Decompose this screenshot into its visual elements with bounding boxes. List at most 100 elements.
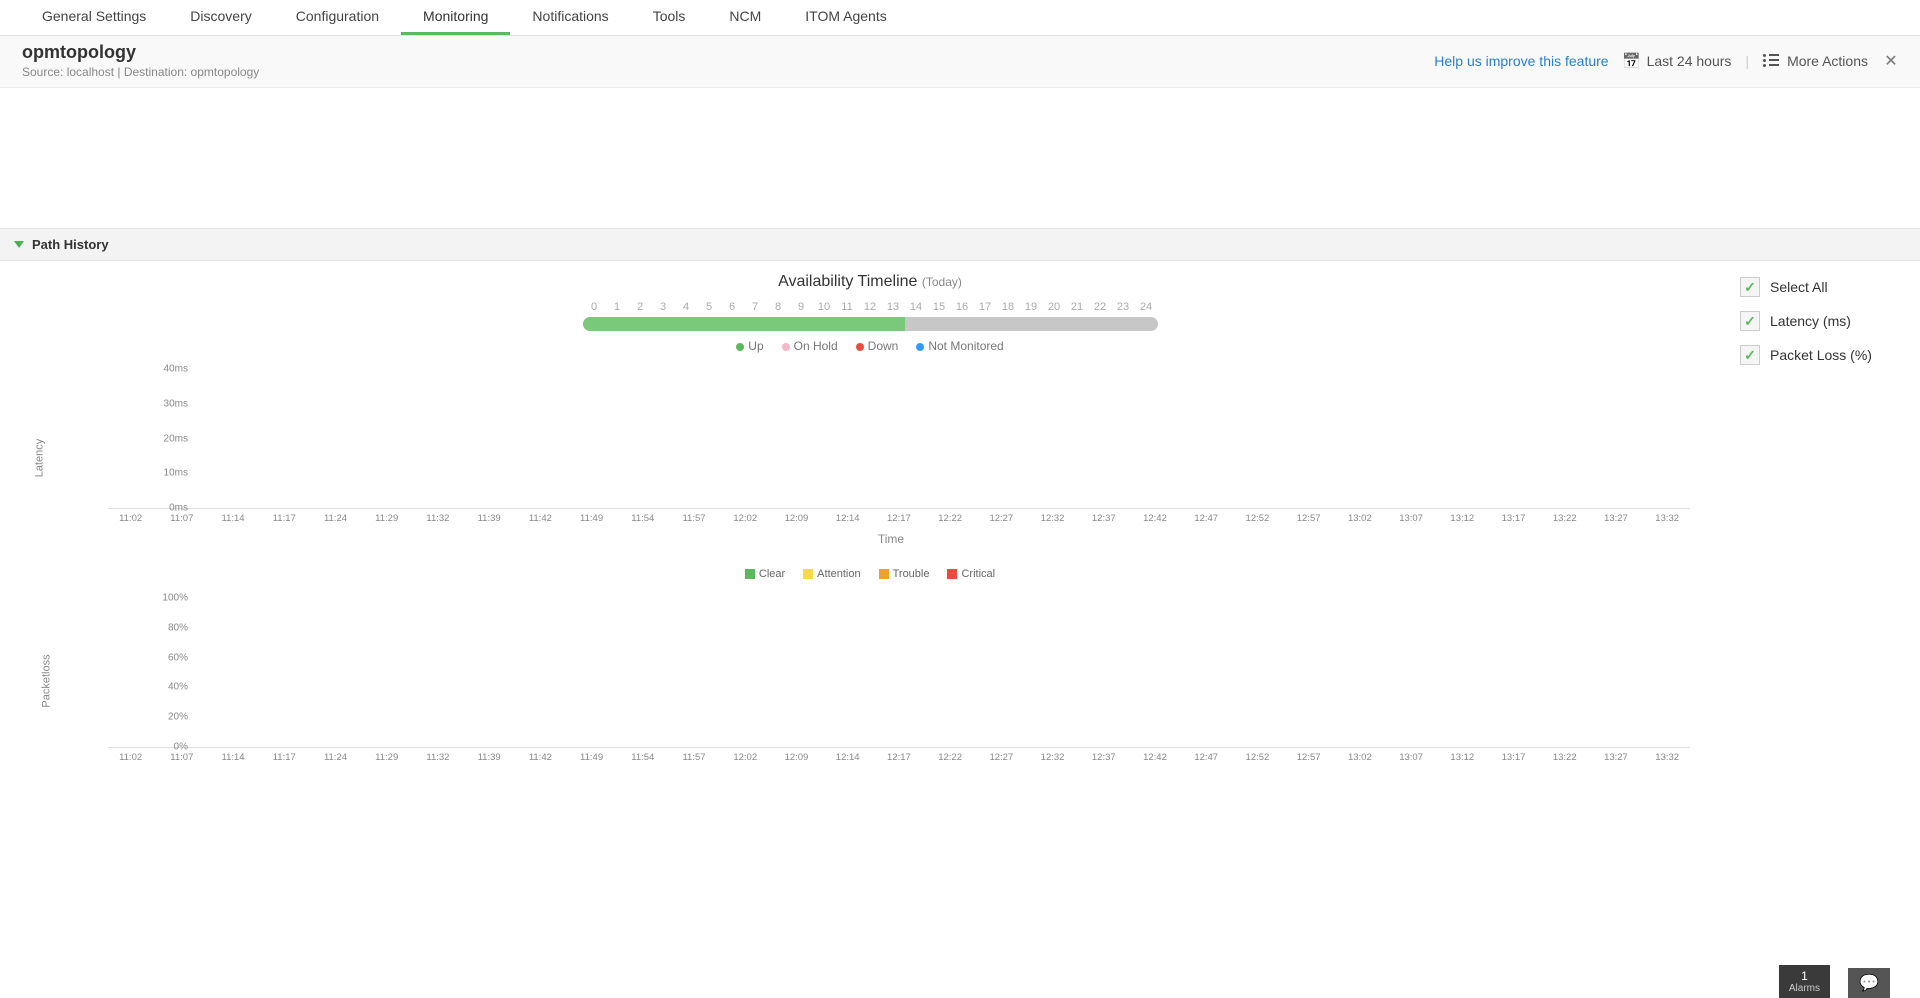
hour-label: 10 xyxy=(813,301,836,313)
latency-chart: Latency 40ms30ms20ms10ms0ms 11:0211:0711… xyxy=(20,369,1720,546)
xtick: 11:49 xyxy=(569,752,614,763)
xtick: 12:52 xyxy=(1235,752,1280,763)
checkbox-latency-ms-[interactable]: Latency (ms) xyxy=(1740,311,1904,331)
ytick: 10ms xyxy=(164,468,188,479)
hour-label: 13 xyxy=(882,301,905,313)
xtick: 11:42 xyxy=(518,752,563,763)
xtick: 11:32 xyxy=(415,752,460,763)
xtick: 11:24 xyxy=(313,513,358,524)
tab-discovery[interactable]: Discovery xyxy=(168,0,273,35)
xtick: 12:02 xyxy=(723,752,768,763)
help-link[interactable]: Help us improve this feature xyxy=(1434,53,1608,69)
xtick: 12:42 xyxy=(1132,513,1177,524)
xtick: 11:39 xyxy=(467,752,512,763)
tab-monitoring[interactable]: Monitoring xyxy=(401,0,510,35)
xtick: 13:07 xyxy=(1388,513,1433,524)
hour-label: 16 xyxy=(951,301,974,313)
tab-ncm[interactable]: NCM xyxy=(707,0,783,35)
tab-notifications[interactable]: Notifications xyxy=(510,0,630,35)
xtick: 11:42 xyxy=(518,513,563,524)
ytick: 40ms xyxy=(164,364,188,375)
xtick: 12:47 xyxy=(1184,752,1229,763)
hour-label: 21 xyxy=(1066,301,1089,313)
hour-label: 6 xyxy=(721,301,744,313)
checkbox-select-all[interactable]: Select All xyxy=(1740,277,1904,297)
latency-ylabel: Latency xyxy=(33,438,45,477)
xtick: 12:14 xyxy=(825,513,870,524)
checkbox-packet-loss-[interactable]: Packet Loss (%) xyxy=(1740,345,1904,365)
close-icon[interactable] xyxy=(1882,52,1900,70)
more-actions-label: More Actions xyxy=(1787,53,1868,69)
tab-general-settings[interactable]: General Settings xyxy=(20,0,168,35)
xtick: 13:32 xyxy=(1645,752,1690,763)
hour-label: 7 xyxy=(744,301,767,313)
xtick: 11:49 xyxy=(569,513,614,524)
checkbox-label: Latency (ms) xyxy=(1770,313,1851,329)
alarms-widget[interactable]: 1 Alarms xyxy=(1779,965,1830,998)
hour-label: 9 xyxy=(790,301,813,313)
hour-label: 1 xyxy=(606,301,629,313)
hour-label: 8 xyxy=(767,301,790,313)
hour-label: 17 xyxy=(974,301,997,313)
xtick: 11:39 xyxy=(467,513,512,524)
ytick: 60% xyxy=(168,652,188,663)
ytick: 40% xyxy=(168,682,188,693)
xtick: 11:17 xyxy=(262,752,307,763)
xtick: 13:02 xyxy=(1337,752,1382,763)
xtick: 12:57 xyxy=(1286,752,1331,763)
xtick: 11:57 xyxy=(671,752,716,763)
hour-label: 14 xyxy=(905,301,928,313)
section-title: Path History xyxy=(32,237,109,252)
more-actions-menu[interactable]: More Actions xyxy=(1763,53,1868,69)
ytick: 20% xyxy=(168,712,188,723)
chat-widget[interactable] xyxy=(1848,968,1890,998)
xtick: 11:24 xyxy=(313,752,358,763)
xtick: 13:22 xyxy=(1542,513,1587,524)
xtick: 12:27 xyxy=(979,513,1024,524)
tab-configuration[interactable]: Configuration xyxy=(274,0,401,35)
page-subtitle: Source: localhost | Destination: opmtopo… xyxy=(22,65,259,79)
path-history-header[interactable]: Path History xyxy=(0,228,1920,261)
ytick: 20ms xyxy=(164,433,188,444)
hour-label: 18 xyxy=(997,301,1020,313)
time-range-label: Last 24 hours xyxy=(1647,53,1732,69)
tab-tools[interactable]: Tools xyxy=(631,0,708,35)
latency-xlabel: Time xyxy=(62,532,1720,546)
hour-label: 3 xyxy=(652,301,675,313)
check-icon xyxy=(1740,345,1760,365)
check-icon xyxy=(1740,277,1760,297)
packetloss-chart: Packetloss 100%80%60%40%20%0% 11:0211:07… xyxy=(20,598,1720,763)
xtick: 12:17 xyxy=(876,513,921,524)
availability-title: Availability Timeline (Today) xyxy=(20,273,1720,291)
page-title: opmtopology xyxy=(22,42,259,63)
ytick: 30ms xyxy=(164,398,188,409)
time-range-picker[interactable]: Last 24 hours xyxy=(1623,52,1732,70)
xtick: 12:22 xyxy=(928,513,973,524)
ytick: 0% xyxy=(174,742,188,753)
ytick: 100% xyxy=(162,593,188,604)
xtick: 11:02 xyxy=(108,752,153,763)
checkbox-label: Packet Loss (%) xyxy=(1770,347,1872,363)
hour-label: 20 xyxy=(1043,301,1066,313)
xtick: 12:42 xyxy=(1132,752,1177,763)
chat-icon xyxy=(1859,973,1879,993)
xtick: 12:27 xyxy=(979,752,1024,763)
hour-label: 15 xyxy=(928,301,951,313)
xtick: 12:32 xyxy=(1030,752,1075,763)
hour-label: 19 xyxy=(1020,301,1043,313)
xtick: 13:07 xyxy=(1388,752,1433,763)
xtick: 11:07 xyxy=(159,513,204,524)
hour-label: 11 xyxy=(836,301,859,313)
xtick: 12:14 xyxy=(825,752,870,763)
xtick: 12:09 xyxy=(774,513,819,524)
xtick: 12:17 xyxy=(876,752,921,763)
xtick: 11:29 xyxy=(364,752,409,763)
xtick: 11:17 xyxy=(262,513,307,524)
xtick: 13:02 xyxy=(1337,513,1382,524)
xtick: 11:02 xyxy=(108,513,153,524)
availability-legend: Up On Hold Down Not Monitored xyxy=(20,339,1720,353)
tab-itom-agents[interactable]: ITOM Agents xyxy=(783,0,908,35)
xtick: 11:54 xyxy=(620,752,665,763)
xtick: 12:22 xyxy=(928,752,973,763)
hour-label: 0 xyxy=(583,301,606,313)
